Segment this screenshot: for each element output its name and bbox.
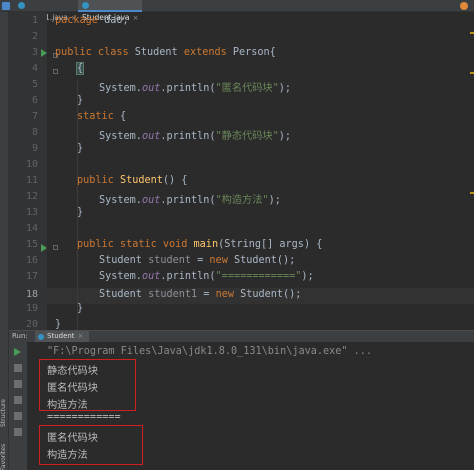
line-number: 19	[25, 303, 38, 314]
code-line-13: }	[77, 207, 84, 218]
code-line-17: System.out.println("============");	[99, 271, 314, 282]
line-number: 9	[31, 143, 38, 154]
java-class-icon	[82, 2, 89, 9]
error-stripe-mark[interactable]	[470, 72, 474, 74]
line-number: 13	[25, 207, 38, 218]
run-label: Run:	[12, 332, 28, 340]
java-class-icon	[18, 2, 25, 9]
code-line-12: System.out.println("构造方法");	[99, 195, 281, 206]
left-tool-strip: Structure Favorites	[0, 12, 9, 470]
favorites-tool-tab[interactable]: Favorites	[0, 437, 9, 470]
console-command: "F:\Program Files\Java\jdk1.8.0_131\bin\…	[47, 346, 373, 357]
error-stripe-mark[interactable]	[470, 192, 474, 194]
line-number-gutter: 1 2 3 4 5 6 7 8 9 10 11 12 13 14 15 16 1…	[9, 12, 58, 330]
rerun-icon[interactable]	[14, 348, 21, 356]
code-line-15: public static void main(String[] args) {	[77, 239, 323, 250]
console-line: ============	[47, 412, 121, 423]
editor-scrollbar[interactable]	[468, 12, 474, 330]
editor-tab-bar: Demo01.java× Student.java×	[0, 0, 474, 22]
code-line-3: public class Student extends Person{	[55, 47, 276, 58]
line-number: 11	[25, 175, 38, 186]
line-number: 2	[31, 31, 38, 42]
close-icon[interactable]: ×	[78, 332, 84, 340]
code-line-19: }	[77, 303, 84, 314]
code-line-6: }	[77, 95, 84, 106]
line-number: 16	[25, 255, 38, 266]
code-line-11: public Student() {	[77, 175, 188, 186]
pin-icon[interactable]	[14, 428, 22, 436]
line-number: 1	[31, 15, 38, 26]
line-number: 8	[31, 127, 38, 138]
tab-student[interactable]: Student.java ×	[78, 0, 142, 22]
line-number: 4	[31, 63, 38, 74]
run-toolbar	[9, 342, 27, 470]
error-stripe-mark[interactable]	[470, 32, 474, 34]
code-line-1: package dao;	[55, 15, 129, 26]
line-number: 20	[25, 319, 38, 330]
brace-highlight: {	[75, 62, 85, 75]
line-number: 12	[25, 191, 38, 202]
code-line-16: Student student = new Student();	[99, 255, 296, 266]
structure-tool-tab[interactable]: Structure	[0, 392, 9, 434]
line-number: 7	[31, 111, 38, 122]
java-class-icon	[38, 334, 44, 340]
run-panel-header: Run: Student ×	[9, 330, 474, 343]
notification-icon[interactable]	[460, 1, 470, 11]
line-number: 14	[25, 223, 38, 234]
line-number: 17	[25, 271, 38, 282]
stop-icon[interactable]	[14, 380, 22, 388]
camera-icon[interactable]	[14, 396, 22, 404]
console-output[interactable]: "F:\Program Files\Java\jdk1.8.0_131\bin\…	[27, 342, 474, 470]
line-number-current: 18	[25, 289, 38, 300]
line-number: 6	[31, 95, 38, 106]
exit-icon[interactable]	[14, 412, 22, 420]
wrench-icon[interactable]	[14, 364, 22, 372]
code-editor[interactable]: package dao; public class Student extend…	[47, 12, 474, 330]
code-line-9: }	[77, 143, 84, 154]
code-line-4: {	[75, 62, 85, 75]
code-line-8: System.out.println("静态代码块");	[99, 131, 292, 142]
project-icon[interactable]	[2, 2, 10, 10]
code-line-20: }	[55, 319, 62, 330]
line-number: 3	[31, 47, 38, 58]
line-number: 5	[31, 79, 38, 90]
code-line-7: static {	[77, 111, 127, 122]
code-line-18: Student student1 = new Student();	[99, 289, 302, 300]
line-number: 10	[25, 159, 38, 170]
annotation-box-first	[39, 359, 136, 411]
annotation-box-second	[39, 425, 143, 465]
line-number: 15	[25, 239, 38, 250]
tab-demo01[interactable]: Demo01.java×	[14, 0, 78, 22]
code-line-5: System.out.println("匿名代码块");	[99, 83, 292, 94]
